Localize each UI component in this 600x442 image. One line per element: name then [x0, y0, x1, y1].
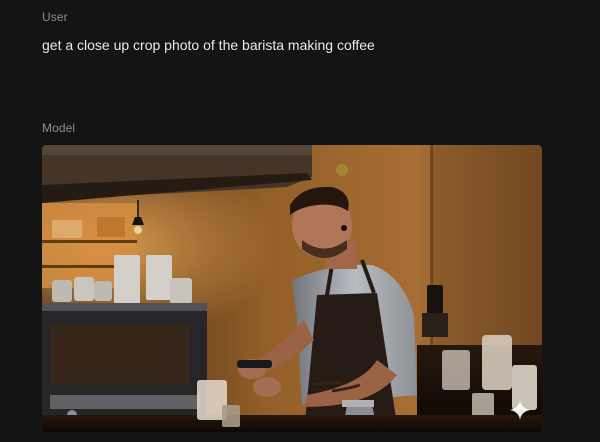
user-role-label: User [42, 10, 68, 24]
user-prompt-text: get a close up crop photo of the barista… [42, 37, 375, 53]
sparkle-icon [506, 396, 534, 424]
generated-image[interactable] [42, 145, 542, 432]
model-role-label: Model [42, 121, 76, 135]
chat-page: User get a close up crop photo of the ba… [0, 0, 600, 442]
barista-photo [42, 145, 542, 432]
